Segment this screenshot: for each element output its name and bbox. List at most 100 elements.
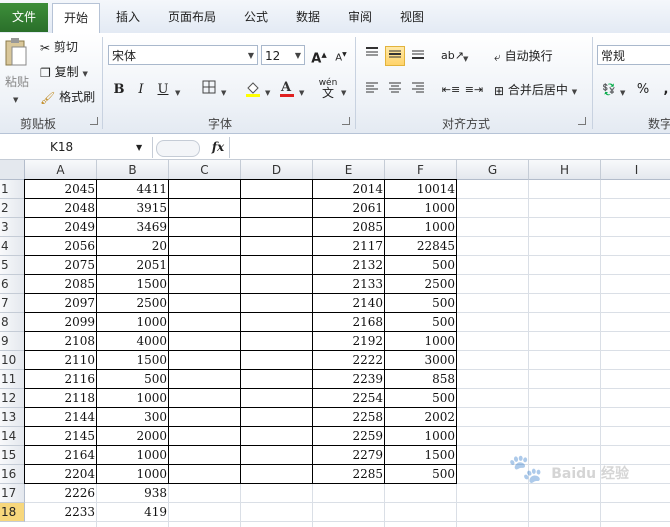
cell-f6[interactable]: 2500: [385, 275, 457, 294]
orientation-button[interactable]: ab↗: [441, 46, 464, 66]
cell-b3[interactable]: 3469: [97, 218, 169, 237]
cell-b11[interactable]: 500: [97, 370, 169, 389]
cell-f3[interactable]: 1000: [385, 218, 457, 237]
align-top-button[interactable]: [362, 46, 382, 66]
cell-f5[interactable]: 500: [385, 256, 457, 275]
shrink-font-button[interactable]: A▼: [331, 45, 351, 65]
row-header-2[interactable]: 2: [0, 199, 25, 218]
cell-e4[interactable]: 2117: [313, 237, 385, 256]
cell-b6[interactable]: 1500: [97, 275, 169, 294]
cell-f8[interactable]: 500: [385, 313, 457, 332]
cell-a10[interactable]: 2110: [25, 351, 97, 370]
file-tab[interactable]: 文件: [0, 3, 48, 32]
merge-center-button[interactable]: ⊞ 合并后居中 ▼: [494, 81, 577, 101]
copy-button[interactable]: ❐ 复制 ▼: [40, 63, 88, 83]
cell-e13[interactable]: 2258: [313, 408, 385, 427]
row-header-3[interactable]: 3: [0, 218, 25, 237]
cell-a4[interactable]: 2056: [25, 237, 97, 256]
row-header-6[interactable]: 6: [0, 275, 25, 294]
wrap-text-button[interactable]: ⤶ 自动换行: [494, 47, 553, 66]
cell-b15[interactable]: 1000: [97, 446, 169, 465]
cell-b5[interactable]: 2051: [97, 256, 169, 275]
tab-insert[interactable]: 插入: [106, 3, 150, 32]
cell-a5[interactable]: 2075: [25, 256, 97, 275]
cell-f4[interactable]: 22845: [385, 237, 457, 256]
cell-a8[interactable]: 2099: [25, 313, 97, 332]
cell-a17[interactable]: 2226: [25, 484, 97, 503]
cell-a13[interactable]: 2144: [25, 408, 97, 427]
italic-button[interactable]: I: [131, 80, 151, 100]
select-all-corner[interactable]: [0, 160, 25, 180]
cell-e5[interactable]: 2132: [313, 256, 385, 275]
row-header-17[interactable]: 17: [0, 484, 25, 503]
cell-e1[interactable]: 2014: [313, 180, 385, 199]
row-header-14[interactable]: 14: [0, 427, 25, 446]
cell-f14[interactable]: 1000: [385, 427, 457, 446]
cell-e16[interactable]: 2285: [313, 465, 385, 484]
cell-f9[interactable]: 1000: [385, 332, 457, 351]
cell-e12[interactable]: 2254: [313, 389, 385, 408]
align-left-button[interactable]: [362, 80, 382, 100]
borders-dropdown-icon[interactable]: ▼: [221, 82, 226, 102]
cell-b10[interactable]: 1500: [97, 351, 169, 370]
cell-e8[interactable]: 2168: [313, 313, 385, 332]
tab-view[interactable]: 视图: [390, 3, 434, 32]
cell-a14[interactable]: 2145: [25, 427, 97, 446]
cell-b8[interactable]: 1000: [97, 313, 169, 332]
cell-b4[interactable]: 20: [97, 237, 169, 256]
align-middle-button[interactable]: [385, 46, 405, 66]
paste-button[interactable]: 粘贴 ▼: [3, 37, 29, 105]
row-header-10[interactable]: 10: [0, 351, 25, 370]
column-header-i[interactable]: I: [601, 160, 670, 180]
font-name-combo[interactable]: 宋体 ▼: [108, 45, 258, 65]
align-right-button[interactable]: [408, 80, 428, 100]
row-header-5[interactable]: 5: [0, 256, 25, 275]
accounting-format-button[interactable]: 💱: [599, 80, 619, 100]
align-bottom-button[interactable]: [408, 46, 428, 66]
cell-a12[interactable]: 2118: [25, 389, 97, 408]
row-header-9[interactable]: 9: [0, 332, 25, 351]
cell-b1[interactable]: 4411: [97, 180, 169, 199]
comma-style-button[interactable]: ,: [656, 80, 670, 100]
cell-e15[interactable]: 2279: [313, 446, 385, 465]
cut-button[interactable]: ✂ 剪切: [40, 38, 78, 57]
row-header-18[interactable]: 18: [0, 503, 25, 522]
cell-e11[interactable]: 2239: [313, 370, 385, 389]
cell-b18[interactable]: 419: [97, 503, 169, 522]
tab-page-layout[interactable]: 页面布局: [158, 3, 226, 32]
font-color-button[interactable]: A: [277, 79, 297, 99]
row-header-15[interactable]: 15: [0, 446, 25, 465]
cell-a7[interactable]: 2097: [25, 294, 97, 313]
cell-e10[interactable]: 2222: [313, 351, 385, 370]
cell-e3[interactable]: 2085: [313, 218, 385, 237]
cell-e9[interactable]: 2192: [313, 332, 385, 351]
column-header-d[interactable]: D: [241, 160, 313, 180]
row-header-4[interactable]: 4: [0, 237, 25, 256]
format-painter-button[interactable]: 🖌 格式刷: [40, 88, 95, 107]
number-format-combo[interactable]: 常规: [597, 45, 670, 65]
decrease-indent-button[interactable]: ⇤≡: [441, 80, 461, 100]
cell-a1[interactable]: 2045: [25, 180, 97, 199]
cell-b14[interactable]: 2000: [97, 427, 169, 446]
cell-e6[interactable]: 2133: [313, 275, 385, 294]
cell-f13[interactable]: 2002: [385, 408, 457, 427]
cell-a2[interactable]: 2048: [25, 199, 97, 218]
fill-color-dropdown-icon[interactable]: ▼: [265, 82, 270, 102]
tab-home[interactable]: 开始: [52, 3, 100, 34]
row-header-16[interactable]: 16: [0, 465, 25, 484]
cell-a11[interactable]: 2116: [25, 370, 97, 389]
cell-b2[interactable]: 3915: [97, 199, 169, 218]
fill-color-button[interactable]: [243, 79, 263, 99]
alignment-launcher-icon[interactable]: [578, 117, 586, 125]
row-header-7[interactable]: 7: [0, 294, 25, 313]
cell-f1[interactable]: 10014: [385, 180, 457, 199]
row-header-11[interactable]: 11: [0, 370, 25, 389]
cell-f12[interactable]: 500: [385, 389, 457, 408]
underline-button[interactable]: U: [153, 80, 173, 100]
formula-bar-resize-handle[interactable]: [156, 140, 200, 157]
cell-f15[interactable]: 1500: [385, 446, 457, 465]
column-header-c[interactable]: C: [169, 160, 241, 180]
font-color-dropdown-icon[interactable]: ▼: [299, 82, 304, 102]
cell-a18[interactable]: 2233: [25, 503, 97, 522]
cell-a16[interactable]: 2204: [25, 465, 97, 484]
